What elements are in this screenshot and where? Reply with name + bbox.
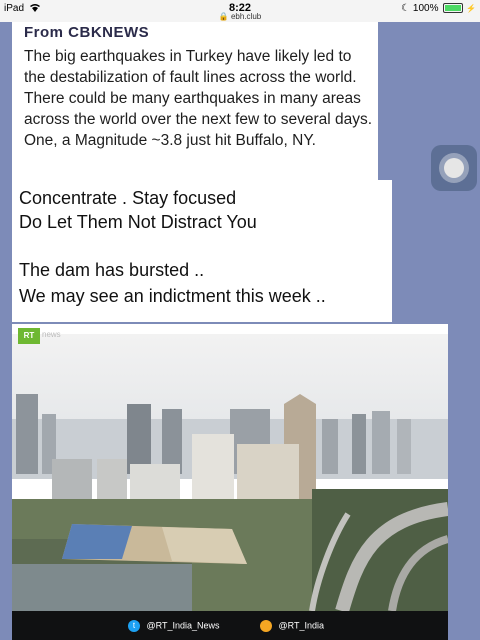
moon-icon: ☾ <box>401 3 411 14</box>
battery-icon <box>443 3 464 14</box>
video-frame[interactable]: RT news t @RT_India_News @RT_India <box>12 324 448 640</box>
url-text: ebh.club <box>230 12 262 21</box>
other-handle: @RT_India <box>278 620 325 631</box>
separator-dot <box>241 176 244 179</box>
assistive-touch-button[interactable] <box>431 145 477 191</box>
other-handle-group: @RT_India <box>260 620 324 632</box>
message-line-2: Do Let Them Not Distract You <box>19 212 257 232</box>
message-line-1: Concentrate . Stay focused <box>19 188 237 208</box>
rt-logo-suffix: news <box>42 330 61 339</box>
city-skyline-image <box>12 394 448 611</box>
lock-icon: 🔒 <box>218 12 229 21</box>
status-right: ☾ 100% ⚡ <box>401 3 476 14</box>
battery-percent: 100% <box>412 3 439 14</box>
message-line-4: We may see an indictment this week .. <box>19 286 326 306</box>
video-footer: t @RT_India_News @RT_India <box>12 611 448 640</box>
twitter-icon: t <box>128 620 140 632</box>
post-source: From CBKNEWS <box>24 24 150 38</box>
message-post: Concentrate . Stay focused Do Let Them N… <box>12 180 392 322</box>
charging-icon: ⚡ <box>466 4 476 13</box>
post-body: The big earthquakes in Turkey have likel… <box>24 48 373 149</box>
message-line-3: The dam has bursted .. <box>19 260 205 280</box>
twitter-handle: @RT_India_News <box>146 620 220 631</box>
news-post-image: From CBKNEWS The big earthquakes in Turk… <box>12 22 378 180</box>
social-icon <box>260 620 272 632</box>
status-bar: iPad 8:22 🔒 ebh.club ☾ 100% ⚡ <box>0 0 480 22</box>
twitter-handle-group: t @RT_India_News <box>128 620 220 632</box>
rt-logo: RT <box>18 328 40 344</box>
assistive-core <box>444 158 464 178</box>
